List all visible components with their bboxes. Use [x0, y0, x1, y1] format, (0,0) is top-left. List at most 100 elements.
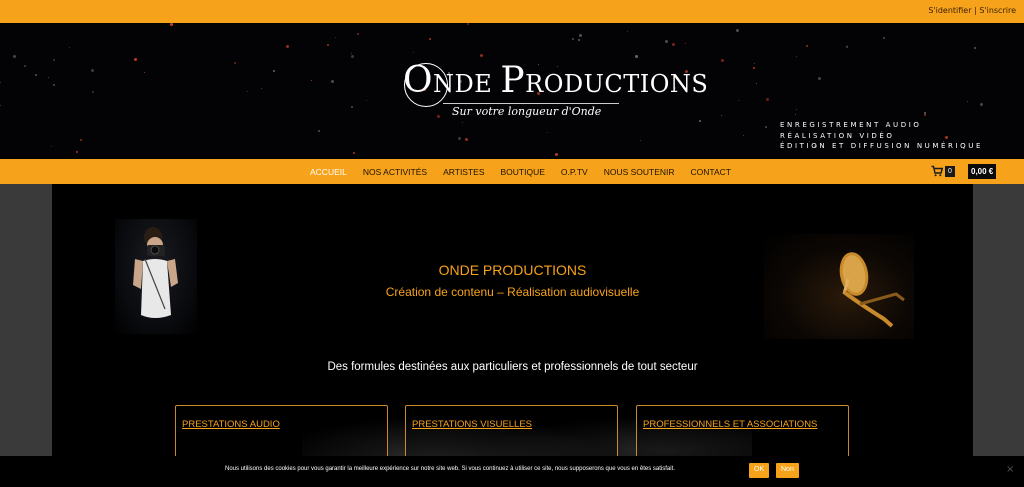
star-dot	[134, 58, 137, 61]
star-dot	[51, 146, 52, 147]
star-dot	[766, 98, 769, 101]
hero-title: ONDE PRODUCTIONS	[438, 262, 587, 278]
star-dot	[13, 55, 16, 58]
account-links: S'identifier | S'inscrire	[928, 6, 1016, 15]
hero-tagline: Des formules destinées aux particuliers …	[327, 361, 698, 373]
star-dot	[796, 56, 797, 57]
cookie-message: Nous utilisons des cookies pour vous gar…	[225, 466, 675, 472]
nav-item-accueil[interactable]: Accueil	[310, 167, 347, 177]
nav-item-activites[interactable]: Nos activités	[363, 167, 427, 177]
card-title-link[interactable]: PRESTATIONS AUDIO	[182, 419, 280, 430]
star-dot	[736, 29, 739, 32]
star-dot	[311, 80, 312, 81]
cookie-accept-button[interactable]: OK	[749, 463, 770, 478]
star-dot	[331, 80, 334, 83]
star-dot	[48, 77, 49, 78]
star-dot	[765, 126, 767, 128]
hero-subtitle: Création de contenu – Réalisation audiov…	[385, 285, 640, 299]
star-dot	[0, 105, 1, 106]
cookie-banner: Nous utilisons des cookies pour vous gar…	[0, 456, 1024, 487]
cart-icon	[931, 165, 943, 177]
star-dot	[555, 153, 558, 156]
star-dot	[753, 67, 755, 69]
nav-item-optv[interactable]: O.P.TV	[561, 167, 588, 177]
star-dot	[465, 138, 468, 141]
star-dot	[967, 101, 968, 102]
star-dot	[578, 39, 580, 41]
star-dot	[69, 47, 70, 48]
star-dot	[357, 33, 359, 35]
card-title-link[interactable]: PRESTATIONS VISUELLES	[412, 419, 532, 430]
star-dot	[24, 65, 26, 67]
star-dot	[273, 70, 275, 72]
star-dot	[480, 54, 483, 57]
top-bar: S'identifier | S'inscrire	[0, 0, 1024, 23]
register-link[interactable]: S'inscrire	[979, 6, 1016, 15]
star-dot	[547, 132, 548, 133]
star-dot	[327, 44, 329, 46]
logo-slogan: Sur votre longueur d'Onde	[452, 105, 602, 118]
cart-count-badge: 0	[945, 165, 955, 177]
main-menu: Accueil Nos activités Artistes Boutique …	[310, 167, 747, 177]
nav-item-artistes[interactable]: Artistes	[443, 167, 484, 177]
star-dot	[353, 152, 355, 154]
star-dot	[796, 109, 797, 110]
star-dot	[980, 103, 983, 106]
star-dot	[335, 37, 336, 38]
star-dot	[572, 38, 574, 40]
header-banner: ONDE PRODUCTIONS Sur votre longueur d'On…	[0, 23, 1024, 159]
star-dot	[665, 40, 668, 43]
cookie-decline-button[interactable]: Non	[776, 463, 799, 478]
card-title-link[interactable]: PROFESSIONNELS ET ASSOCIATIONS	[643, 419, 817, 430]
star-dot	[754, 63, 755, 64]
site-logo[interactable]: ONDE PRODUCTIONS Sur votre longueur d'On…	[403, 63, 708, 123]
star-dot	[247, 91, 248, 92]
star-dot	[640, 140, 641, 141]
star-dot	[351, 55, 354, 58]
login-link[interactable]: S'identifier	[928, 6, 971, 15]
star-dot	[318, 130, 320, 132]
star-dot	[721, 59, 724, 62]
star-dot	[685, 43, 686, 44]
star-dot	[366, 100, 367, 101]
star-dot	[795, 114, 796, 115]
star-dot	[635, 55, 638, 58]
close-icon[interactable]: ×	[1006, 464, 1014, 475]
star-dot	[144, 72, 145, 73]
service-digital: ÉDITION ET DIFFUSION NUMÉRIQUE	[780, 142, 984, 150]
nav-item-contact[interactable]: Contact	[691, 167, 731, 177]
star-dot	[92, 91, 94, 93]
cart-button[interactable]: 0	[931, 165, 955, 177]
star-dot	[351, 53, 352, 54]
service-video: RÉALISATION VIDÉO	[780, 131, 895, 140]
star-dot	[170, 23, 173, 26]
nav-item-boutique[interactable]: Boutique	[501, 167, 545, 177]
star-dot	[286, 45, 289, 48]
star-dot	[91, 69, 94, 72]
star-dot	[924, 114, 926, 116]
star-dot	[413, 52, 414, 53]
main-content: ONDE PRODUCTIONS Création de contenu – R…	[52, 184, 973, 487]
login-separator: |	[974, 6, 977, 15]
star-dot	[429, 38, 431, 40]
star-dot	[458, 137, 461, 140]
main-navbar: Accueil Nos activités Artistes Boutique …	[0, 159, 1024, 184]
star-dot	[721, 115, 722, 116]
star-dot	[579, 34, 582, 37]
star-dot	[818, 77, 821, 80]
star-dot	[743, 135, 744, 136]
star-dot	[756, 83, 757, 84]
star-dot	[846, 46, 848, 48]
left-gutter	[0, 184, 52, 487]
logo-wordmark: ONDE PRODUCTIONS	[403, 60, 709, 101]
cart-total[interactable]: 0,00 €	[968, 164, 997, 179]
service-audio: ENREGISTREMENT AUDIO	[780, 121, 922, 129]
star-dot	[974, 47, 976, 49]
star-dot	[53, 59, 55, 61]
star-dot	[738, 100, 739, 101]
star-dot	[53, 84, 55, 86]
star-dot	[627, 31, 628, 32]
nav-item-soutenir[interactable]: Nous soutenir	[604, 167, 675, 177]
star-dot	[261, 88, 262, 89]
logo-underline	[443, 103, 619, 104]
